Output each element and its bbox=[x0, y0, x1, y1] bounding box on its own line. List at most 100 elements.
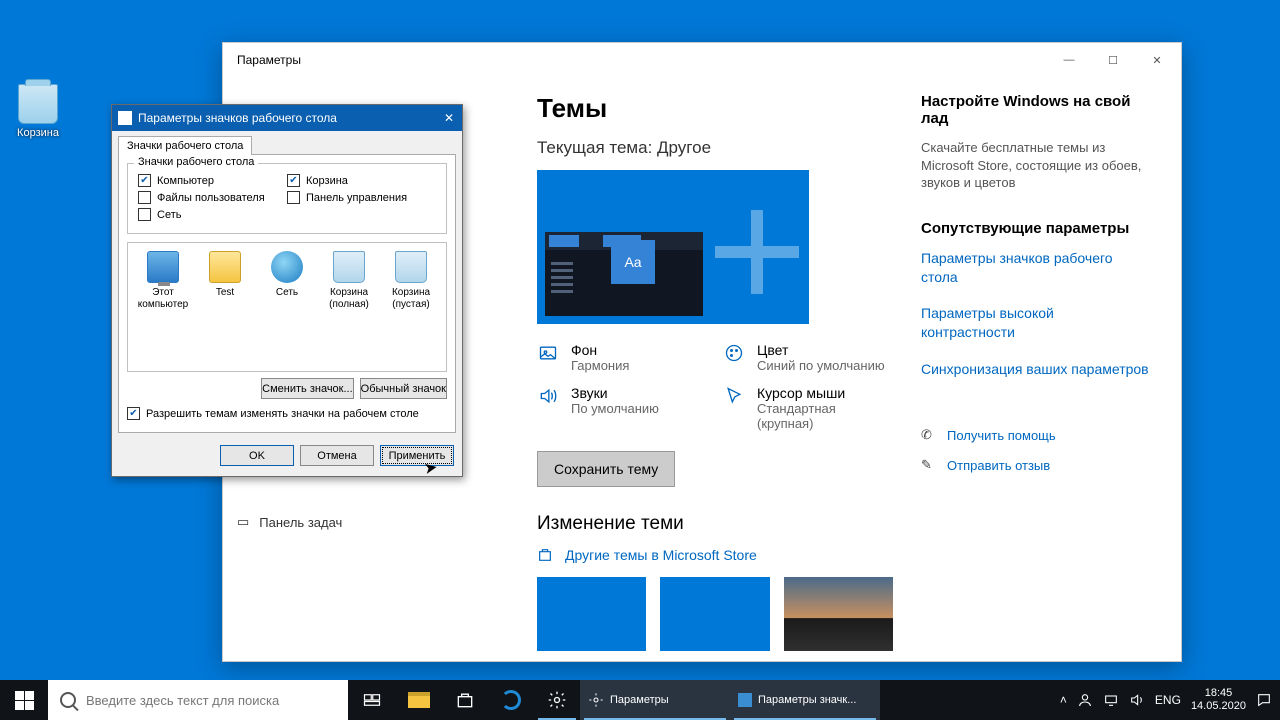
feedback-icon: ✎ bbox=[921, 457, 937, 473]
sidebar-item-taskbar[interactable]: Панель задач bbox=[259, 515, 342, 530]
tray-notifications-icon[interactable] bbox=[1256, 692, 1272, 708]
taskbar-app-edge[interactable] bbox=[488, 680, 534, 720]
system-tray: ˄ ENG 18:4514.05.2020 bbox=[1060, 687, 1280, 712]
checkbox-userfiles[interactable]: Файлы пользователя bbox=[138, 191, 287, 204]
palette-icon bbox=[723, 342, 745, 364]
change-icon-button[interactable]: Сменить значок... bbox=[261, 378, 354, 399]
tray-volume-icon[interactable] bbox=[1129, 692, 1145, 708]
checkbox-icon bbox=[138, 191, 151, 204]
icon-preview-box: Этот компьютер Test Сеть Корзина (полная… bbox=[127, 242, 447, 372]
setting-sounds[interactable]: ЗвукиПо умолчанию bbox=[537, 385, 707, 431]
link-feedback[interactable]: ✎Отправить отзыв bbox=[921, 457, 1151, 473]
apply-button[interactable]: Применить bbox=[380, 445, 454, 466]
checkbox-icon bbox=[138, 208, 151, 221]
help-icon: ✆ bbox=[921, 427, 937, 443]
picture-icon bbox=[537, 342, 559, 364]
recycle-bin-label: Корзина bbox=[10, 127, 66, 139]
settings-right-column: Настройте Windows на свой лад Скачайте б… bbox=[921, 93, 1151, 659]
dialog-title: Параметры значков рабочего стола bbox=[138, 111, 337, 125]
checkbox-icon: ✔ bbox=[287, 174, 300, 187]
link-get-help[interactable]: ✆Получить помощь bbox=[921, 427, 1151, 443]
fieldset-legend: Значки рабочего стола bbox=[134, 156, 258, 168]
change-theme-heading: Изменение теми bbox=[537, 513, 893, 535]
maximize-button[interactable]: ☐ bbox=[1091, 45, 1135, 75]
right-heading: Настройте Windows на свой лад bbox=[921, 93, 1151, 127]
checkbox-allow-themes[interactable]: ✔Разрешить темам изменять значки на рабо… bbox=[127, 407, 447, 420]
folder-icon bbox=[209, 251, 241, 283]
search-icon bbox=[60, 692, 76, 708]
default-icon-button[interactable]: Обычный значок bbox=[360, 378, 447, 399]
checkbox-network[interactable]: Сеть bbox=[138, 208, 287, 221]
taskbar-task-settings[interactable]: Параметры bbox=[580, 680, 730, 720]
checkbox-icon bbox=[287, 191, 300, 204]
related-heading: Сопутствующие параметры bbox=[921, 220, 1151, 237]
dialog-icon bbox=[738, 693, 752, 707]
themes-main: Темы Текущая тема: Другое Aa Фон bbox=[537, 93, 893, 659]
theme-thumb[interactable] bbox=[784, 577, 893, 651]
cancel-button[interactable]: Отмена bbox=[300, 445, 374, 466]
store-icon bbox=[455, 690, 475, 710]
gear-icon bbox=[547, 690, 567, 710]
setting-cursor[interactable]: Курсор мышиСтандартная (крупная) bbox=[723, 385, 893, 431]
theme-thumb[interactable] bbox=[537, 577, 646, 651]
checkbox-computer[interactable]: ✔Компьютер bbox=[138, 174, 287, 187]
start-button[interactable] bbox=[0, 680, 48, 720]
link-high-contrast[interactable]: Параметры высокой контрастности bbox=[921, 304, 1151, 342]
icon-user-folder[interactable]: Test bbox=[198, 251, 252, 310]
link-sync[interactable]: Синхронизация ваших параметров bbox=[921, 360, 1151, 379]
page-title: Темы bbox=[537, 93, 893, 124]
theme-thumbnails bbox=[537, 577, 893, 651]
dialog-close-button[interactable]: ✕ bbox=[440, 109, 458, 127]
recycle-bin-full-icon bbox=[333, 251, 365, 283]
speaker-icon bbox=[537, 385, 559, 407]
current-theme-label: Текущая тема: Другое bbox=[537, 138, 893, 158]
tray-clock[interactable]: 18:4514.05.2020 bbox=[1191, 687, 1246, 712]
more-themes-link[interactable]: Другие темы в Microsoft Store bbox=[537, 547, 893, 563]
taskbar-app-settings[interactable] bbox=[534, 680, 580, 720]
windows-logo-icon bbox=[15, 691, 34, 710]
recycle-bin-icon bbox=[18, 84, 58, 124]
tray-network-icon[interactable] bbox=[1103, 692, 1119, 708]
taskbar: Введите здесь текст для поиска Параметры… bbox=[0, 680, 1280, 720]
computer-icon bbox=[147, 251, 179, 283]
tray-chevron-up-icon[interactable]: ˄ bbox=[1060, 693, 1067, 707]
theme-thumb[interactable] bbox=[660, 577, 769, 651]
search-placeholder: Введите здесь текст для поиска bbox=[86, 693, 279, 708]
desktop: Корзина Параметры — ☐ ✕ ▭ Панель задач Т… bbox=[0, 0, 1280, 680]
globe-icon bbox=[271, 251, 303, 283]
tray-language[interactable]: ENG bbox=[1155, 693, 1181, 707]
tray-people-icon[interactable] bbox=[1077, 692, 1093, 708]
settings-title: Параметры bbox=[237, 53, 301, 67]
close-button[interactable]: ✕ bbox=[1135, 45, 1179, 75]
tab-desktop-icons[interactable]: Значки рабочего стола bbox=[118, 136, 252, 155]
taskbar-search[interactable]: Введите здесь текст для поиска bbox=[48, 680, 348, 720]
accent-preview: Aa bbox=[611, 240, 655, 284]
icon-this-pc[interactable]: Этот компьютер bbox=[136, 251, 190, 310]
checkbox-control-panel[interactable]: Панель управления bbox=[287, 191, 436, 204]
taskbar-app-store[interactable] bbox=[442, 680, 488, 720]
theme-preview[interactable]: Aa bbox=[537, 170, 809, 324]
edge-icon bbox=[501, 690, 521, 710]
icon-network[interactable]: Сеть bbox=[260, 251, 314, 310]
setting-background[interactable]: ФонГармония bbox=[537, 342, 707, 373]
minimize-button[interactable]: — bbox=[1047, 45, 1091, 75]
ok-button[interactable]: OK bbox=[220, 445, 294, 466]
icon-bin-full[interactable]: Корзина (полная) bbox=[322, 251, 376, 310]
checkbox-icon: ✔ bbox=[127, 407, 140, 420]
desktop-icon-settings-dialog: Параметры значков рабочего стола ✕ Значк… bbox=[111, 104, 463, 477]
store-icon bbox=[537, 547, 555, 563]
dialog-titlebar[interactable]: Параметры значков рабочего стола ✕ bbox=[112, 105, 462, 131]
taskbar-task-dialog[interactable]: Параметры значк... bbox=[730, 680, 880, 720]
desktop-icon-recycle-bin[interactable]: Корзина bbox=[10, 84, 66, 139]
taskbar-app-explorer[interactable] bbox=[396, 680, 442, 720]
task-view-button[interactable] bbox=[348, 680, 396, 720]
link-desktop-icons[interactable]: Параметры значков рабочего стола bbox=[921, 249, 1151, 287]
setting-color[interactable]: ЦветСиний по умолчанию bbox=[723, 342, 893, 373]
gear-icon bbox=[588, 692, 604, 708]
right-desc: Скачайте бесплатные темы из Microsoft St… bbox=[921, 139, 1151, 192]
settings-titlebar[interactable]: Параметры — ☐ ✕ bbox=[223, 43, 1181, 77]
icon-bin-empty[interactable]: Корзина (пустая) bbox=[384, 251, 438, 310]
save-theme-button[interactable]: Сохранить тему bbox=[537, 451, 675, 487]
checkbox-recycle-bin[interactable]: ✔Корзина bbox=[287, 174, 436, 187]
recycle-bin-empty-icon bbox=[395, 251, 427, 283]
